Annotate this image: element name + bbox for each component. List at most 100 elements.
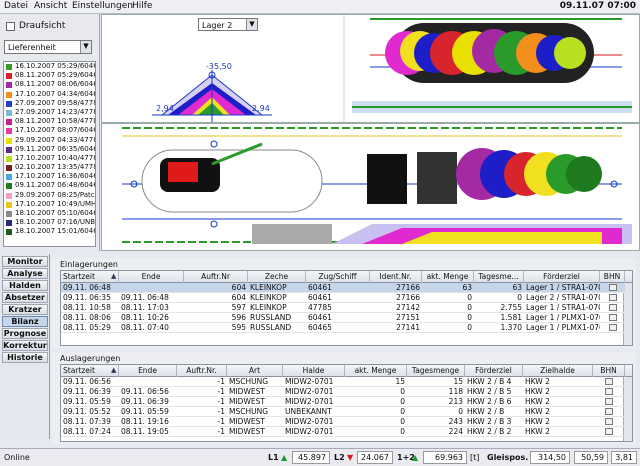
list-item[interactable]: 18.10.2007 15:01/6046 bbox=[4, 227, 95, 236]
table-cell: KLEINKOP bbox=[250, 303, 287, 312]
nav-monitor[interactable]: Monitor bbox=[2, 256, 48, 267]
bhn-checkbox[interactable] bbox=[605, 388, 613, 395]
nav-halden[interactable]: Halden bbox=[2, 280, 48, 291]
col-ende[interactable]: Ende bbox=[119, 271, 184, 283]
table-cell: 09.11. 06:39 bbox=[121, 397, 169, 406]
list-item[interactable]: 08.11.2007 08:06/6046 bbox=[4, 80, 95, 89]
table-cell: -1 bbox=[217, 397, 225, 406]
list-item[interactable]: 08.11.2007 10:58/4778 bbox=[4, 117, 95, 126]
list-item[interactable]: 27.09.2007 14:23/4778 bbox=[4, 108, 95, 117]
table-cell: 63 bbox=[462, 283, 472, 292]
table-cell: Lager 1 / PLMX1-0701 bbox=[526, 323, 600, 332]
table-row[interactable]: 09.11. 06:48 604 KLEINKOP 60461 27166 63 63 Lag… bbox=[61, 283, 625, 293]
list-item[interactable]: 17.10.2007 16:36/6046 bbox=[4, 172, 95, 181]
table-cell: HKW 2 bbox=[525, 417, 550, 426]
plan-view bbox=[101, 123, 640, 251]
col-akt-menge[interactable]: akt. Menge bbox=[345, 365, 407, 377]
list-item[interactable]: 17.10.2007 10:40/4778 bbox=[4, 154, 95, 163]
col-foerderziel[interactable]: Förderziel bbox=[465, 365, 523, 377]
sort-asc-icon: ▲ bbox=[111, 272, 117, 280]
list-item[interactable]: 18.10.2007 05:10/6046 bbox=[4, 209, 95, 218]
col-auftr[interactable]: Auftr.Nr. bbox=[177, 365, 227, 377]
list-item[interactable]: 09.11.2007 06:48/6046 bbox=[4, 181, 95, 190]
l2-value: 24.067 bbox=[357, 451, 393, 464]
table-row[interactable]: 08.11. 07:39 08.11. 19:16 -1 MIDWEST MIDW2-0… bbox=[61, 417, 625, 427]
list-item[interactable]: 18.10.2007 07:16/UNBE bbox=[4, 218, 95, 227]
bhn-checkbox[interactable] bbox=[605, 398, 613, 405]
table-row[interactable]: 09.11. 05:52 09.11. 05:59 -1 MSCHUNG UNBEKAN… bbox=[61, 407, 625, 417]
bhn-checkbox[interactable] bbox=[609, 314, 617, 321]
list-item[interactable]: 29.09.2007 04:33/4778 bbox=[4, 136, 95, 145]
menu-datei[interactable]: Datei bbox=[4, 1, 28, 11]
table-cell: 08.11. 10:26 bbox=[121, 313, 169, 322]
table-cell: 09.11. 06:56 bbox=[63, 377, 111, 386]
col-bhn[interactable]: BHN bbox=[593, 365, 625, 377]
list-item[interactable]: 17.10.2007 08:07/6046 bbox=[4, 126, 95, 135]
color-swatch bbox=[6, 109, 12, 116]
clock: 09.11.07 07:00 bbox=[559, 1, 636, 11]
bhn-checkbox[interactable] bbox=[609, 284, 617, 291]
nav-korrektur[interactable]: Korrektur bbox=[2, 340, 48, 351]
nav-prognose[interactable]: Prognose bbox=[2, 328, 48, 339]
menu-einstellungen[interactable]: Einstellungen bbox=[72, 1, 133, 11]
list-item[interactable]: 27.09.2007 09:58/4778 bbox=[4, 99, 95, 108]
nav-analyse[interactable]: Analyse bbox=[2, 268, 48, 279]
col-zeche[interactable]: Zeche bbox=[248, 271, 306, 283]
list-item[interactable]: 09.11.2007 06:35/6046 bbox=[4, 145, 95, 154]
table-row[interactable]: 09.11. 05:59 09.11. 06:39 -1 MIDWEST MIDW2-0… bbox=[61, 397, 625, 407]
table-cell: HKW 2 bbox=[525, 427, 550, 436]
table-row[interactable]: 08.11. 05:29 08.11. 07:40 595 RUSSLAND 60465… bbox=[61, 323, 625, 333]
menu-hilfe[interactable]: Hilfe bbox=[132, 1, 152, 11]
color-swatch bbox=[6, 73, 12, 80]
table-row[interactable]: 08.11. 10:58 08.11. 17:03 597 KLEINKOP 47785… bbox=[61, 303, 625, 313]
table-cell: 224 bbox=[448, 427, 463, 436]
bhn-checkbox[interactable] bbox=[605, 408, 613, 415]
table-row[interactable]: 09.11. 06:35 09.11. 06:48 604 KLEINKOP 60461… bbox=[61, 293, 625, 303]
bhn-checkbox[interactable] bbox=[609, 294, 617, 301]
list-item-label: 17.10.2007 10:40/4778 bbox=[15, 153, 96, 162]
bhn-checkbox[interactable] bbox=[605, 378, 613, 385]
table-row[interactable]: 08.11. 08:06 08.11. 10:26 596 RUSSLAND 60461… bbox=[61, 313, 625, 323]
list-item-label: 09.11.2007 06:48/6046 bbox=[15, 181, 96, 190]
col-halde[interactable]: Halde bbox=[283, 365, 345, 377]
table-cell: RUSSLAND bbox=[250, 323, 292, 332]
nav-kratzer[interactable]: Kratzer bbox=[2, 304, 48, 315]
draufsicht-checkbox[interactable] bbox=[6, 22, 15, 31]
table-row[interactable]: 09.11. 06:39 09.11. 06:56 -1 MIDWEST MIDW2-0… bbox=[61, 387, 625, 397]
list-item[interactable]: 29.09.2007 08:25/Patc bbox=[4, 191, 95, 200]
menu-ansicht[interactable]: Ansicht bbox=[34, 1, 67, 11]
bhn-checkbox[interactable] bbox=[609, 324, 617, 331]
col-akt-menge[interactable]: akt. Menge bbox=[422, 271, 474, 283]
nav-bilanz[interactable]: Bilanz bbox=[2, 316, 48, 327]
nav-historie[interactable]: Historie bbox=[2, 352, 48, 363]
nav-absetzer[interactable]: Absetzer bbox=[2, 292, 48, 303]
col-tagesmenge[interactable]: Tagesmenge bbox=[407, 365, 465, 377]
table-cell: MIDWEST bbox=[229, 427, 265, 436]
col-zug[interactable]: Zug/Schiff bbox=[306, 271, 370, 283]
col-auftr[interactable]: Auftr.Nr bbox=[184, 271, 248, 283]
bhn-checkbox[interactable] bbox=[605, 418, 613, 425]
menu-bar: Datei Ansicht Einstellungen Hilfe 09.11.… bbox=[0, 0, 640, 14]
bhn-checkbox[interactable] bbox=[609, 304, 617, 311]
list-item-label: 17.10.2007 08:07/6046 bbox=[15, 126, 96, 135]
list-item[interactable]: 02.10.2007 13:35/4778 bbox=[4, 163, 95, 172]
list-item[interactable]: 16.10.2007 05:29/6046 bbox=[4, 62, 95, 71]
bhn-checkbox[interactable] bbox=[605, 428, 613, 435]
table-row[interactable]: 09.11. 06:56 -1 MSCHUNG MIDW2-0701 15 15 HKW 2… bbox=[61, 377, 625, 387]
lieferenheit-select[interactable]: Lieferenheit ▼ bbox=[4, 40, 92, 54]
table-row[interactable]: 08.11. 07:24 08.11. 19:05 -1 MIDWEST MIDW2-0… bbox=[61, 427, 625, 437]
list-item-label: 02.10.2007 13:35/4778 bbox=[15, 163, 96, 172]
list-item[interactable]: 08.11.2007 05:29/6046 bbox=[4, 71, 95, 80]
col-ident[interactable]: Ident.Nr. bbox=[370, 271, 422, 283]
col-ende[interactable]: Ende bbox=[119, 365, 177, 377]
col-art[interactable]: Art bbox=[227, 365, 283, 377]
col-bhn[interactable]: BHN bbox=[600, 271, 625, 283]
list-item-label: 08.11.2007 10:58/4778 bbox=[15, 117, 96, 126]
color-swatch bbox=[6, 82, 12, 89]
col-zielhalde[interactable]: Zielhalde bbox=[523, 365, 593, 377]
list-item[interactable]: 17.10.2007 10:49/UMHA bbox=[4, 200, 95, 209]
list-item[interactable]: 17.10.2007 04:34/6046 bbox=[4, 90, 95, 99]
col-tagesmenge[interactable]: Tagesme... bbox=[474, 271, 524, 283]
table-cell: 08.11. 19:16 bbox=[121, 417, 169, 426]
col-foerderziel[interactable]: Förderziel bbox=[524, 271, 600, 283]
